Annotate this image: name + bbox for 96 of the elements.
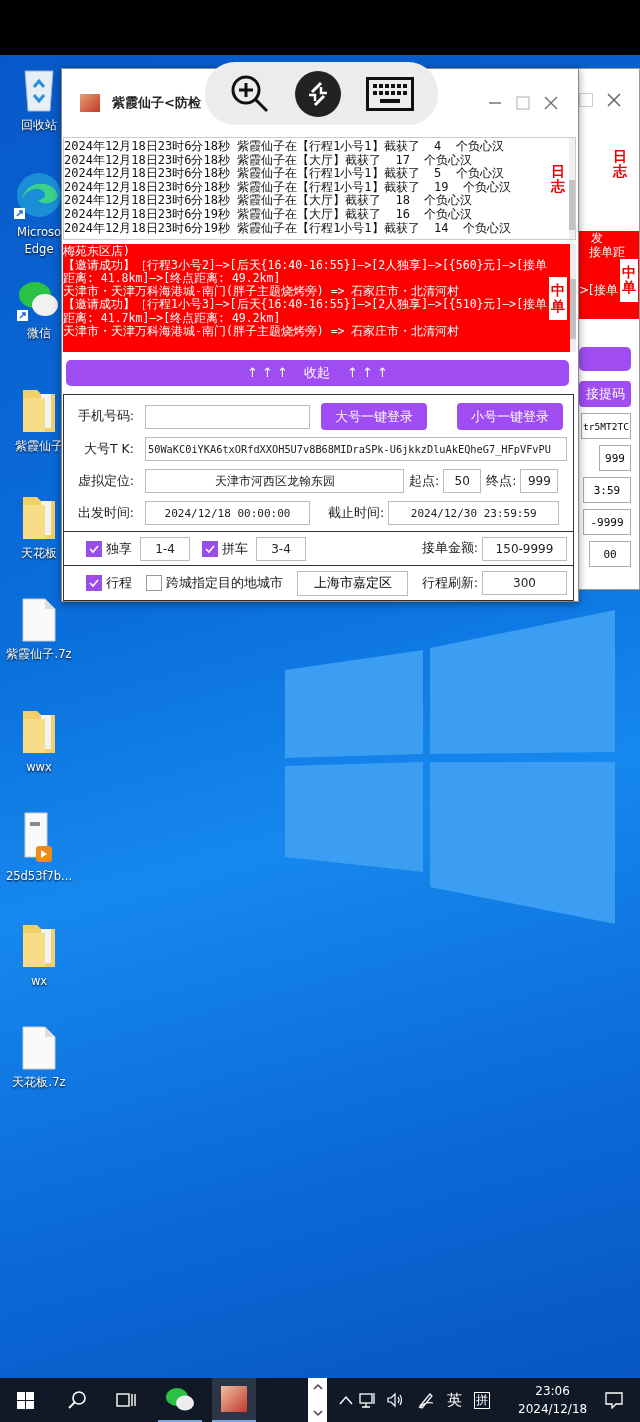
order-text: 发: [591, 231, 604, 245]
desktop-icon-label: 回收站: [21, 117, 57, 134]
log-line: 2024年12月18日23时6分18秒 紫霞仙子在【行程1小号1】截获了 5 个负心汉: [64, 167, 504, 181]
file-icon[interactable]: [22, 598, 56, 642]
order-text: 【邀请成功】［行程3小号2]—>[后天{16:40-16:55}]—>[2人独享]—>[{560}元]—>[接单距离: 41.8km]—>[终点距离: 49.2km]: [63, 258, 549, 285]
search-icon[interactable]: [68, 1391, 86, 1409]
order-text: 梅苑东区店): [63, 245, 131, 259]
task-view-icon[interactable]: [116, 1391, 136, 1409]
input-method-indicator[interactable]: 拼: [474, 1391, 490, 1409]
checkbox-label: 跨城指定目的地城市: [166, 574, 283, 592]
desktop-icon-label: 天花板: [21, 545, 57, 562]
file-icon[interactable]: [22, 1026, 56, 1070]
checkbox[interactable]: [202, 540, 218, 557]
text-field[interactable]: -9999: [583, 509, 631, 535]
order-text: 天津市・天津万科海港城-南门(胖子主题烧烤旁) => 石家庄市・北清河村: [63, 285, 460, 299]
text-field[interactable]: 3:59: [583, 477, 631, 503]
login-button[interactable]: 大号一键登录: [321, 403, 427, 430]
order-label: 中单: [619, 259, 638, 302]
checkbox[interactable]: [86, 540, 102, 557]
city-button[interactable]: 上海市嘉定区: [297, 570, 408, 596]
order-text: 接单距: [589, 245, 626, 259]
desktop-icon-label: 微信: [27, 325, 51, 342]
windows-start-icon[interactable]: [17, 1391, 34, 1409]
app-taskbar-button[interactable]: [212, 1378, 256, 1422]
pen-icon[interactable]: [417, 1391, 435, 1409]
checkbox[interactable]: [86, 575, 102, 591]
volume-icon[interactable]: [387, 1392, 405, 1408]
field-label: 手机号码:: [76, 408, 134, 425]
field-label: 出发时间:: [76, 504, 134, 522]
order-label: 中单: [549, 277, 567, 321]
field-label: 起点:: [409, 472, 440, 490]
desktop-icon-label: 25d53f7b...: [5, 868, 73, 885]
field-label: 虚拟定位:: [76, 472, 134, 490]
range-field[interactable]: 3-4: [256, 536, 306, 561]
collapse-button[interactable]: ↑ ↑ ↑ 收起 ↑ ↑ ↑: [66, 360, 569, 386]
desktop-icon-label: Microso Edge: [17, 224, 61, 258]
log-line: 2024年12月18日23时6分18秒 紫霞仙子在【大厅】截获了 18 个负心汉: [64, 194, 473, 208]
zoom-in-icon[interactable]: [229, 73, 270, 114]
field-label: 行程刷新:: [421, 574, 478, 592]
clock[interactable]: 23:06 2024/12/18: [518, 1382, 588, 1418]
field-label: 终点:: [486, 472, 517, 490]
video-file-icon[interactable]: [24, 812, 54, 864]
field-label: 接单金额:: [421, 540, 478, 557]
text-field[interactable]: 999: [599, 445, 631, 471]
order-text: 天津市・天津万科海港城-南门(胖子主题烧烤旁) => 石家庄市・北清河村: [63, 325, 461, 339]
order-text: >[接单: [579, 283, 618, 297]
log-label: 日志: [613, 149, 627, 182]
desktop-icon-label: 紫霞仙子: [15, 438, 63, 455]
scrollbar[interactable]: [569, 138, 575, 240]
start-field[interactable]: 50: [443, 469, 482, 493]
notification-icon[interactable]: [605, 1391, 624, 1409]
close-icon[interactable]: [607, 93, 621, 107]
input-mode-indicator[interactable]: 英: [447, 1390, 462, 1410]
token-field[interactable]: 50WaKC0iYKA6txORfdXXOH5U7v8B68MIDraSPk-U6jkkzDluAkEQheG7_HFpVFvPU: [145, 437, 567, 461]
location-field[interactable]: 天津市河西区龙翰东园: [145, 469, 404, 493]
clock-date: 2024/12/18: [518, 1401, 588, 1418]
chat-app-icon: [165, 1386, 195, 1412]
log-label: 日志: [551, 164, 565, 195]
chevron-up-icon[interactable]: [339, 1395, 353, 1405]
close-icon[interactable]: [544, 95, 558, 110]
range-field[interactable]: 1-4: [140, 536, 190, 561]
log-line: 2024年12月18日23时6分18秒 紫霞仙子在【行程1小号1】截获了 19 个负心汉: [64, 180, 511, 194]
desktop-icon-label: wwx: [26, 759, 52, 776]
log-line: 2024年12月18日23时6分18秒 紫霞仙子在【大厅】截获了 17 个负心汉: [64, 153, 473, 167]
code-button[interactable]: 接提码: [579, 381, 631, 407]
log-line: 2024年12月18日23时6分19秒 紫霞仙子在【行程1小号1】截获了 14 个负心汉: [64, 221, 511, 236]
end-field[interactable]: 999: [520, 469, 559, 493]
start-time-field[interactable]: 2024/12/18 00:00:00: [145, 501, 310, 525]
login-button[interactable]: 小号一键登录: [457, 403, 563, 430]
refresh-field[interactable]: 300: [482, 571, 567, 595]
order-text: 【邀请成功】［行程1小号3]—>[后天{16:40-16:55}]—>[2人独享]—>[{510}元]—>[接单距离: 41.7km]—>[终点距离: 49.2km]: [63, 298, 549, 325]
field-label: 大号T K:: [82, 440, 134, 458]
checkbox-label: 拼车: [222, 539, 248, 558]
app-icon-placeholder: [80, 93, 100, 112]
remote-desktop-icon[interactable]: [294, 70, 341, 117]
keyboard-icon[interactable]: [365, 76, 414, 111]
desktop-icon-label: 紫霞仙子.7z: [6, 646, 72, 663]
desktop-icon-label: 天花板.7z: [12, 1074, 66, 1091]
browser-icon[interactable]: [14, 170, 64, 220]
amount-field[interactable]: 150-9999: [482, 536, 567, 561]
log-line: 2024年12月18日23时6分18秒 紫霞仙子在【行程1小号1】截获了 4 个负心汉: [64, 140, 504, 154]
text-field[interactable]: tr5MT2TC: [581, 413, 631, 439]
checkbox-label: 行程: [106, 574, 132, 592]
desktop-icon-label: wx: [30, 973, 48, 990]
phone-field[interactable]: [145, 404, 310, 429]
network-icon[interactable]: [359, 1392, 377, 1408]
scroll-control[interactable]: [308, 1378, 327, 1422]
checkbox-label: 独享: [106, 539, 132, 558]
scrollbar[interactable]: [570, 244, 576, 353]
checkbox[interactable]: [146, 575, 162, 591]
log-line: 2024年12月18日23时6分19秒 紫霞仙子在【大厅】截获了 16 个负心汉: [64, 208, 473, 222]
clock-time: 23:06: [535, 1383, 570, 1400]
window-title: 紫霞仙子<防检: [112, 93, 201, 112]
text-field[interactable]: 00: [589, 541, 631, 567]
end-time-field[interactable]: 2024/12/30 23:59:59: [388, 501, 560, 525]
field-label: 截止时间:: [328, 504, 385, 522]
